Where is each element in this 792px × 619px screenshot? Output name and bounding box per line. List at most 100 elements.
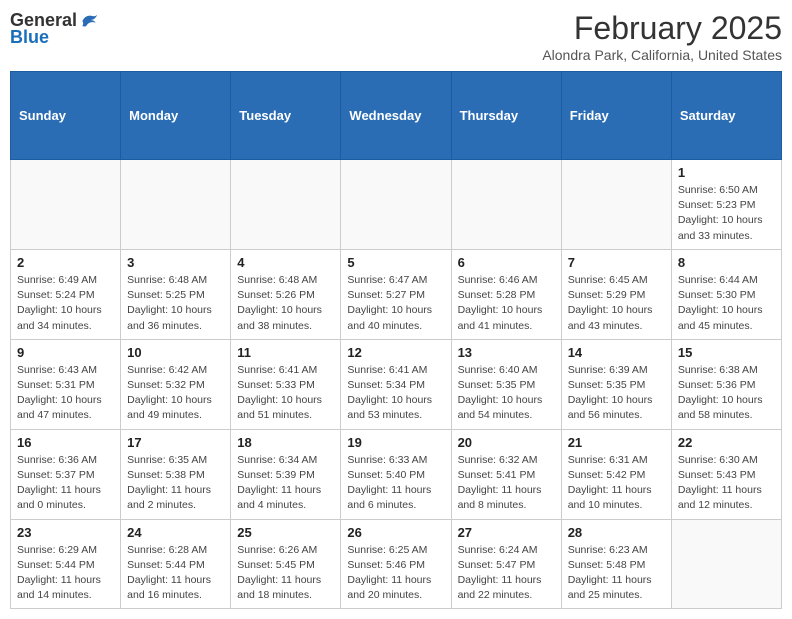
day-info: Sunrise: 6:31 AM Sunset: 5:42 PM Dayligh… <box>568 453 665 514</box>
table-row: 14 Sunrise: 6:39 AM Sunset: 5:35 PM Dayli… <box>561 339 671 429</box>
table-row: 11 Sunrise: 6:41 AM Sunset: 5:33 PM Dayli… <box>231 339 341 429</box>
table-row: 28 Sunrise: 6:23 AM Sunset: 5:48 PM Dayli… <box>561 519 671 609</box>
day-number: 12 <box>347 345 444 360</box>
table-row: 3 Sunrise: 6:48 AM Sunset: 5:25 PM Daylig… <box>121 249 231 339</box>
day-info: Sunrise: 6:45 AM Sunset: 5:29 PM Dayligh… <box>568 273 665 334</box>
day-info: Sunrise: 6:46 AM Sunset: 5:28 PM Dayligh… <box>458 273 555 334</box>
day-number: 20 <box>458 435 555 450</box>
day-info: Sunrise: 6:28 AM Sunset: 5:44 PM Dayligh… <box>127 543 224 604</box>
table-row <box>121 160 231 250</box>
day-number: 14 <box>568 345 665 360</box>
table-row: 24 Sunrise: 6:28 AM Sunset: 5:44 PM Dayli… <box>121 519 231 609</box>
day-info: Sunrise: 6:35 AM Sunset: 5:38 PM Dayligh… <box>127 453 224 514</box>
logo-bird-icon <box>79 11 99 31</box>
day-info: Sunrise: 6:33 AM Sunset: 5:40 PM Dayligh… <box>347 453 444 514</box>
day-number: 28 <box>568 525 665 540</box>
calendar-week-row: 2 Sunrise: 6:49 AM Sunset: 5:24 PM Daylig… <box>11 249 782 339</box>
day-number: 6 <box>458 255 555 270</box>
day-info: Sunrise: 6:25 AM Sunset: 5:46 PM Dayligh… <box>347 543 444 604</box>
day-info: Sunrise: 6:26 AM Sunset: 5:45 PM Dayligh… <box>237 543 334 604</box>
day-number: 17 <box>127 435 224 450</box>
table-row <box>451 160 561 250</box>
calendar-week-row: 23 Sunrise: 6:29 AM Sunset: 5:44 PM Dayli… <box>11 519 782 609</box>
day-number: 3 <box>127 255 224 270</box>
table-row: 19 Sunrise: 6:33 AM Sunset: 5:40 PM Dayli… <box>341 429 451 519</box>
day-number: 13 <box>458 345 555 360</box>
table-row: 27 Sunrise: 6:24 AM Sunset: 5:47 PM Dayli… <box>451 519 561 609</box>
table-row: 10Sunrise: 6:42 AM Sunset: 5:32 PM Dayli… <box>121 339 231 429</box>
table-row: 1 Sunrise: 6:50 AM Sunset: 5:23 PM Daylig… <box>671 160 781 250</box>
col-monday: Monday <box>121 72 231 160</box>
table-row: 6 Sunrise: 6:46 AM Sunset: 5:28 PM Daylig… <box>451 249 561 339</box>
day-number: 27 <box>458 525 555 540</box>
table-row <box>671 519 781 609</box>
table-row: 22 Sunrise: 6:30 AM Sunset: 5:43 PM Dayli… <box>671 429 781 519</box>
calendar-header-row: Sunday Monday Tuesday Wednesday Thursday… <box>11 72 782 160</box>
table-row: 20 Sunrise: 6:32 AM Sunset: 5:41 PM Dayli… <box>451 429 561 519</box>
day-number: 10 <box>127 345 224 360</box>
day-info: Sunrise: 6:43 AM Sunset: 5:31 PM Dayligh… <box>17 363 114 424</box>
col-sunday: Sunday <box>11 72 121 160</box>
table-row: 13 Sunrise: 6:40 AM Sunset: 5:35 PM Dayli… <box>451 339 561 429</box>
month-title: February 2025 <box>542 10 782 47</box>
col-thursday: Thursday <box>451 72 561 160</box>
table-row: 17 Sunrise: 6:35 AM Sunset: 5:38 PM Dayli… <box>121 429 231 519</box>
day-info: Sunrise: 6:29 AM Sunset: 5:44 PM Dayligh… <box>17 543 114 604</box>
day-info: Sunrise: 6:41 AM Sunset: 5:33 PM Dayligh… <box>237 363 334 424</box>
day-info: Sunrise: 6:23 AM Sunset: 5:48 PM Dayligh… <box>568 543 665 604</box>
day-info: Sunrise: 6:38 AM Sunset: 5:36 PM Dayligh… <box>678 363 775 424</box>
table-row: 15 Sunrise: 6:38 AM Sunset: 5:36 PM Dayli… <box>671 339 781 429</box>
calendar: Sunday Monday Tuesday Wednesday Thursday… <box>10 71 782 609</box>
table-row <box>231 160 341 250</box>
day-info: Sunrise: 6:30 AM Sunset: 5:43 PM Dayligh… <box>678 453 775 514</box>
col-friday: Friday <box>561 72 671 160</box>
day-number: 8 <box>678 255 775 270</box>
day-info: Sunrise: 6:41 AM Sunset: 5:34 PM Dayligh… <box>347 363 444 424</box>
day-number: 2 <box>17 255 114 270</box>
day-info: Sunrise: 6:39 AM Sunset: 5:35 PM Dayligh… <box>568 363 665 424</box>
table-row: 7 Sunrise: 6:45 AM Sunset: 5:29 PM Daylig… <box>561 249 671 339</box>
col-tuesday: Tuesday <box>231 72 341 160</box>
table-row: 23 Sunrise: 6:29 AM Sunset: 5:44 PM Dayli… <box>11 519 121 609</box>
calendar-week-row: 16 Sunrise: 6:36 AM Sunset: 5:37 PM Dayli… <box>11 429 782 519</box>
table-row: 26 Sunrise: 6:25 AM Sunset: 5:46 PM Dayli… <box>341 519 451 609</box>
day-number: 4 <box>237 255 334 270</box>
col-saturday: Saturday <box>671 72 781 160</box>
day-info: Sunrise: 6:40 AM Sunset: 5:35 PM Dayligh… <box>458 363 555 424</box>
table-row <box>11 160 121 250</box>
header: General Blue February 2025 Alondra Park,… <box>10 10 782 63</box>
day-number: 1 <box>678 165 775 180</box>
table-row: 4 Sunrise: 6:48 AM Sunset: 5:26 PM Daylig… <box>231 249 341 339</box>
day-info: Sunrise: 6:44 AM Sunset: 5:30 PM Dayligh… <box>678 273 775 334</box>
logo: General Blue <box>10 10 99 48</box>
title-area: February 2025 Alondra Park, California, … <box>542 10 782 63</box>
logo-blue: Blue <box>10 27 49 48</box>
day-info: Sunrise: 6:24 AM Sunset: 5:47 PM Dayligh… <box>458 543 555 604</box>
calendar-week-row: 9Sunrise: 6:43 AM Sunset: 5:31 PM Daylig… <box>11 339 782 429</box>
day-number: 11 <box>237 345 334 360</box>
day-number: 23 <box>17 525 114 540</box>
day-number: 16 <box>17 435 114 450</box>
day-info: Sunrise: 6:36 AM Sunset: 5:37 PM Dayligh… <box>17 453 114 514</box>
day-info: Sunrise: 6:50 AM Sunset: 5:23 PM Dayligh… <box>678 183 775 244</box>
day-number: 21 <box>568 435 665 450</box>
day-number: 15 <box>678 345 775 360</box>
table-row: 18Sunrise: 6:34 AM Sunset: 5:39 PM Dayli… <box>231 429 341 519</box>
day-info: Sunrise: 6:48 AM Sunset: 5:26 PM Dayligh… <box>237 273 334 334</box>
table-row <box>341 160 451 250</box>
day-number: 24 <box>127 525 224 540</box>
day-info: Sunrise: 6:48 AM Sunset: 5:25 PM Dayligh… <box>127 273 224 334</box>
day-info: Sunrise: 6:47 AM Sunset: 5:27 PM Dayligh… <box>347 273 444 334</box>
day-info: Sunrise: 6:32 AM Sunset: 5:41 PM Dayligh… <box>458 453 555 514</box>
table-row: 25 Sunrise: 6:26 AM Sunset: 5:45 PM Dayli… <box>231 519 341 609</box>
day-number: 25 <box>237 525 334 540</box>
calendar-week-row: 1 Sunrise: 6:50 AM Sunset: 5:23 PM Daylig… <box>11 160 782 250</box>
table-row: 9Sunrise: 6:43 AM Sunset: 5:31 PM Daylig… <box>11 339 121 429</box>
day-number: 19 <box>347 435 444 450</box>
day-number: 7 <box>568 255 665 270</box>
day-number: 26 <box>347 525 444 540</box>
day-info: Sunrise: 6:49 AM Sunset: 5:24 PM Dayligh… <box>17 273 114 334</box>
table-row: 21 Sunrise: 6:31 AM Sunset: 5:42 PM Dayli… <box>561 429 671 519</box>
location-title: Alondra Park, California, United States <box>542 47 782 63</box>
day-number: 22 <box>678 435 775 450</box>
